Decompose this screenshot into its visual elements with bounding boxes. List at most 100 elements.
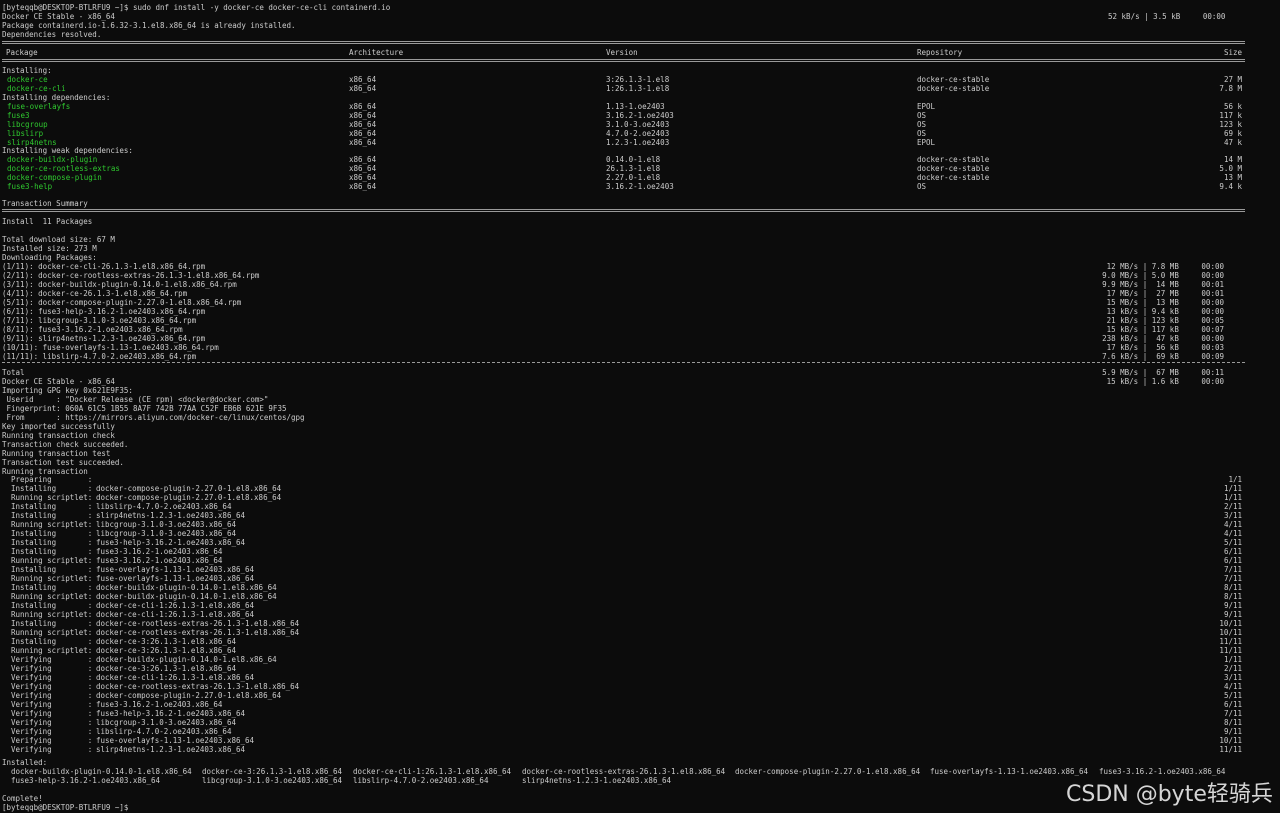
step-progress: 6/11 xyxy=(1223,700,1242,709)
download-stats: 9.9 MB/s | 14 MB 00:01 xyxy=(1102,280,1224,289)
package-arch: x86_64 xyxy=(349,129,377,138)
step-package: fuse-overlayfs-1.13-1.oe2403.x86_64 xyxy=(96,565,255,574)
table-divider xyxy=(2,41,1245,44)
download-row: (1/11): docker-ce-cli-26.1.3-1.el8.x86_6… xyxy=(0,262,1280,271)
header-version: Version xyxy=(606,48,638,57)
installed-item: fuse3-help-3.16.2-1.oe2403.x86_64 xyxy=(11,776,161,785)
log-text: Userid : "Docker Release (CE rpm) <docke… xyxy=(2,395,269,404)
installed-item: docker-compose-plugin-2.27.0-1.el8.x86_6… xyxy=(735,767,921,776)
final-prompt: [byteqqb@DESKTOP-BTLRFU9 ~]$ xyxy=(2,803,129,812)
download-row: (2/11): docker-ce-rootless-extras-26.1.3… xyxy=(0,271,1280,280)
step-progress: 1/11 xyxy=(1223,493,1242,502)
table-row: libcgroup x86_64 3.1.0-3.oe2403 OS 123 k xyxy=(0,120,1280,129)
step-action: Verifying : xyxy=(2,700,93,709)
transaction-step: Verifying : docker-ce-3:26.1.3-1.el8.x86_… xyxy=(0,664,1280,673)
download-row: (5/11): docker-compose-plugin-2.27.0-1.e… xyxy=(0,298,1280,307)
total-stats: 5.9 MB/s | 67 MB 00:11 xyxy=(1102,368,1224,377)
step-package: fuse3-3.16.2-1.oe2403.x86_64 xyxy=(96,547,223,556)
transaction-step: Installing : slirp4netns-1.2.3-1.oe2403.x… xyxy=(0,511,1280,520)
step-package: libcgroup-3.1.0-3.oe2403.x86_64 xyxy=(96,718,236,727)
transaction-step: Installing : docker-ce-cli-1:26.1.3-1.el8… xyxy=(0,601,1280,610)
transaction-step: Running scriptlet: docker-buildx-plugin-0… xyxy=(0,592,1280,601)
download-file: (2/11): docker-ce-rootless-extras-26.1.3… xyxy=(2,271,260,280)
log-text: Importing GPG key 0x621E9F35: xyxy=(2,386,133,395)
package-name: libcgroup xyxy=(7,120,48,129)
package-repo: docker-ce-stable xyxy=(917,155,990,164)
package-arch: x86_64 xyxy=(349,84,377,93)
download-file: (4/11): docker-ce-26.1.3-1.el8.x86_64.rp… xyxy=(2,289,188,298)
package-version: 1:26.1.3-1.el8 xyxy=(606,84,670,93)
package-arch: x86_64 xyxy=(349,102,377,111)
log-line: Key imported successfully xyxy=(0,422,1280,431)
installed-row: docker-buildx-plugin-0.14.0-1.el8.x86_64… xyxy=(0,767,1280,776)
repo-stats: 15 kB/s | 1.6 kB 00:00 xyxy=(1106,377,1224,386)
step-package: docker-buildx-plugin-0.14.0-1.el8.x86_64 xyxy=(96,655,277,664)
log-line: Userid : "Docker Release (CE rpm) <docke… xyxy=(0,395,1280,404)
package-name: docker-ce xyxy=(7,75,48,84)
step-package: docker-ce-rootless-extras-26.1.3-1.el8.x… xyxy=(96,619,300,628)
package-arch: x86_64 xyxy=(349,120,377,129)
step-action: Running scriptlet: xyxy=(2,592,93,601)
step-progress: 4/11 xyxy=(1223,682,1242,691)
log-line: Running transaction check xyxy=(0,431,1280,440)
table-row: docker-compose-plugin x86_64 2.27.0-1.el8 d… xyxy=(0,173,1280,182)
download-stats: 12 MB/s | 7.8 MB 00:00 xyxy=(1106,262,1224,271)
log-text: From : https://mirrors.aliyun.com/docker… xyxy=(2,413,305,422)
download-divider xyxy=(2,362,1245,363)
step-progress: 8/11 xyxy=(1223,583,1242,592)
package-name: docker-ce-rootless-extras xyxy=(7,164,120,173)
step-package: docker-compose-plugin-2.27.0-1.el8.x86_6… xyxy=(96,493,282,502)
log-line: Importing GPG key 0x621E9F35: xyxy=(0,386,1280,395)
table-row: fuse-overlayfs x86_64 1.13-1.oe2403 EPOL 56 … xyxy=(0,102,1280,111)
package-size: 117 k xyxy=(1219,111,1242,120)
step-package: docker-compose-plugin-2.27.0-1.el8.x86_6… xyxy=(96,484,282,493)
download-file: (9/11): slirp4netns-1.2.3-1.oe2403.x86_6… xyxy=(2,334,206,343)
installed-item: libslirp-4.7.0-2.oe2403.x86_64 xyxy=(353,776,489,785)
download-row: (7/11): libcgroup-3.1.0-3.oe2403.x86_64.… xyxy=(0,316,1280,325)
total-label: Total xyxy=(2,368,25,377)
step-progress: 2/11 xyxy=(1223,502,1242,511)
step-progress: 5/11 xyxy=(1223,691,1242,700)
step-action: Verifying : xyxy=(2,709,93,718)
package-size: 123 k xyxy=(1219,120,1242,129)
step-action: Running scriptlet: xyxy=(2,628,93,637)
repo-line: Docker CE Stable - x86_64 52 kB/s | 3.5 … xyxy=(0,12,1280,21)
log-line: Transaction test succeeded. xyxy=(0,458,1280,467)
package-arch: x86_64 xyxy=(349,182,377,191)
download-stats: 21 kB/s | 123 kB 00:05 xyxy=(1106,316,1224,325)
step-progress: 4/11 xyxy=(1223,529,1242,538)
package-repo: docker-ce-stable xyxy=(917,84,990,93)
step-progress: 11/11 xyxy=(1219,637,1242,646)
transaction-step: Installing : fuse-overlayfs-1.13-1.oe2403… xyxy=(0,565,1280,574)
installed-item: docker-ce-rootless-extras-26.1.3-1.el8.x… xyxy=(522,767,726,776)
package-name: docker-buildx-plugin xyxy=(7,155,98,164)
step-action: Running scriptlet: xyxy=(2,493,93,502)
step-package: docker-ce-3:26.1.3-1.el8.x86_64 xyxy=(96,646,236,655)
transaction-step: Running scriptlet: docker-ce-rootless-ext… xyxy=(0,628,1280,637)
step-package: docker-ce-3:26.1.3-1.el8.x86_64 xyxy=(96,664,236,673)
step-action: Running scriptlet: xyxy=(2,556,93,565)
package-size: 5.0 M xyxy=(1219,164,1242,173)
package-name: docker-compose-plugin xyxy=(7,173,102,182)
step-package: slirp4netns-1.2.3-1.oe2403.x86_64 xyxy=(96,745,246,754)
transaction-step: Verifying : docker-buildx-plugin-0.14.0-1… xyxy=(0,655,1280,664)
package-repo: OS xyxy=(917,129,927,138)
transaction-step: Preparing : 1/1 xyxy=(0,475,1280,484)
log-text: Running transaction test xyxy=(2,449,111,458)
transaction-step: Installing : docker-compose-plugin-2.27.0… xyxy=(0,484,1280,493)
step-action: Installing : xyxy=(2,547,93,556)
step-action: Installing : xyxy=(2,583,93,592)
table-row: docker-buildx-plugin x86_64 0.14.0-1.el8 do… xyxy=(0,155,1280,164)
step-progress: 11/11 xyxy=(1219,646,1242,655)
step-action: Running scriptlet: xyxy=(2,646,93,655)
terminal-window[interactable]: [byteqqb@DESKTOP-BTLRFU9 ~]$ sudo dnf in… xyxy=(0,0,1280,813)
step-package: docker-buildx-plugin-0.14.0-1.el8.x86_64 xyxy=(96,592,277,601)
step-action: Verifying : xyxy=(2,682,93,691)
repo-line: Docker CE Stable - x86_64 15 kB/s | 1.6 … xyxy=(0,377,1280,386)
step-progress: 4/11 xyxy=(1223,520,1242,529)
section-label: Installing: xyxy=(0,66,1280,75)
step-package: libslirp-4.7.0-2.oe2403.x86_64 xyxy=(96,502,232,511)
command-line: [byteqqb@DESKTOP-BTLRFU9 ~]$ sudo dnf in… xyxy=(0,3,1280,12)
step-action: Running scriptlet: xyxy=(2,520,93,529)
step-action: Preparing : xyxy=(2,475,93,484)
